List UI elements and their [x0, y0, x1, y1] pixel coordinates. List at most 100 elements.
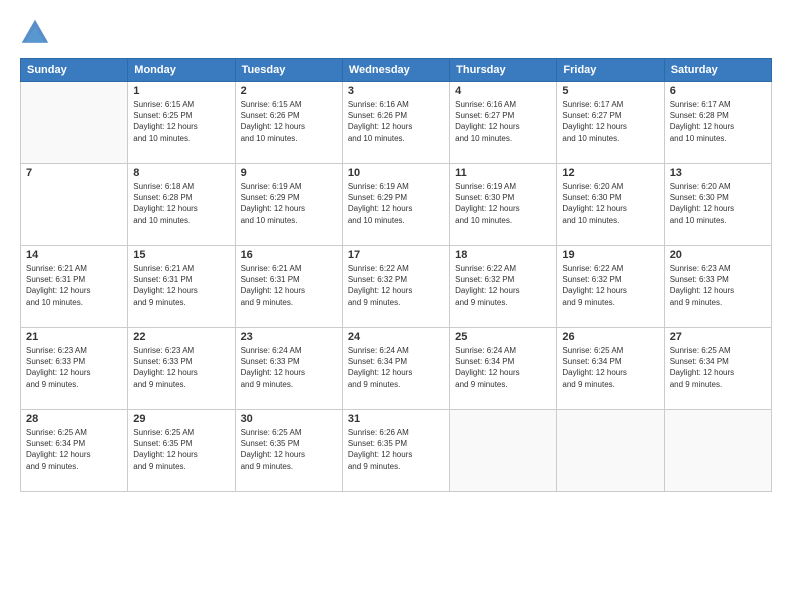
day-info: Sunrise: 6:16 AM Sunset: 6:27 PM Dayligh…: [455, 99, 551, 144]
day-number: 6: [670, 85, 766, 97]
calendar-cell: [557, 410, 664, 492]
day-info: Sunrise: 6:15 AM Sunset: 6:26 PM Dayligh…: [241, 99, 337, 144]
day-info: Sunrise: 6:22 AM Sunset: 6:32 PM Dayligh…: [562, 263, 658, 308]
week-row-2: 78 Sunrise: 6:18 AM Sunset: 6:28 PM Dayli…: [21, 164, 772, 246]
day-info: Sunrise: 6:23 AM Sunset: 6:33 PM Dayligh…: [133, 345, 229, 390]
day-info: Sunrise: 6:20 AM Sunset: 6:30 PM Dayligh…: [562, 181, 658, 226]
calendar-cell: 5 Sunrise: 6:17 AM Sunset: 6:27 PM Daylig…: [557, 82, 664, 164]
day-info: Sunrise: 6:24 AM Sunset: 6:34 PM Dayligh…: [455, 345, 551, 390]
weekday-header-tuesday: Tuesday: [235, 59, 342, 82]
day-number: 12: [562, 167, 658, 179]
calendar-cell: 29 Sunrise: 6:25 AM Sunset: 6:35 PM Dayli…: [128, 410, 235, 492]
day-info: Sunrise: 6:21 AM Sunset: 6:31 PM Dayligh…: [241, 263, 337, 308]
page: SundayMondayTuesdayWednesdayThursdayFrid…: [0, 0, 792, 612]
calendar-cell: 15 Sunrise: 6:21 AM Sunset: 6:31 PM Dayli…: [128, 246, 235, 328]
calendar-cell: 16 Sunrise: 6:21 AM Sunset: 6:31 PM Dayli…: [235, 246, 342, 328]
day-number: 4: [455, 85, 551, 97]
day-info: Sunrise: 6:25 AM Sunset: 6:34 PM Dayligh…: [670, 345, 766, 390]
day-number: 14: [26, 249, 122, 261]
day-number: 29: [133, 413, 229, 425]
week-row-1: 1Sunrise: 6:15 AM Sunset: 6:25 PM Daylig…: [21, 82, 772, 164]
calendar-cell: 2Sunrise: 6:15 AM Sunset: 6:26 PM Daylig…: [235, 82, 342, 164]
day-number: 3: [348, 85, 444, 97]
day-number: 23: [241, 331, 337, 343]
day-info: Sunrise: 6:19 AM Sunset: 6:29 PM Dayligh…: [348, 181, 444, 226]
calendar-cell: 14 Sunrise: 6:21 AM Sunset: 6:31 PM Dayli…: [21, 246, 128, 328]
day-number: 13: [670, 167, 766, 179]
day-number: 20: [670, 249, 766, 261]
logo-icon: [20, 18, 50, 48]
day-info: Sunrise: 6:23 AM Sunset: 6:33 PM Dayligh…: [670, 263, 766, 308]
day-info: Sunrise: 6:17 AM Sunset: 6:27 PM Dayligh…: [562, 99, 658, 144]
day-number: 27: [670, 331, 766, 343]
week-row-3: 14 Sunrise: 6:21 AM Sunset: 6:31 PM Dayli…: [21, 246, 772, 328]
logo: [20, 18, 54, 48]
day-number: 24: [348, 331, 444, 343]
day-number: 9: [241, 167, 337, 179]
day-number: 7: [26, 167, 122, 179]
calendar-cell: [21, 82, 128, 164]
calendar-cell: 23 Sunrise: 6:24 AM Sunset: 6:33 PM Dayli…: [235, 328, 342, 410]
day-info: Sunrise: 6:21 AM Sunset: 6:31 PM Dayligh…: [26, 263, 122, 308]
day-info: Sunrise: 6:19 AM Sunset: 6:30 PM Dayligh…: [455, 181, 551, 226]
day-info: Sunrise: 6:18 AM Sunset: 6:28 PM Dayligh…: [133, 181, 229, 226]
calendar-cell: 30Sunrise: 6:25 AM Sunset: 6:35 PM Dayli…: [235, 410, 342, 492]
day-number: 17: [348, 249, 444, 261]
calendar-cell: 1Sunrise: 6:15 AM Sunset: 6:25 PM Daylig…: [128, 82, 235, 164]
calendar-cell: 3 Sunrise: 6:16 AM Sunset: 6:26 PM Daylig…: [342, 82, 449, 164]
day-info: Sunrise: 6:17 AM Sunset: 6:28 PM Dayligh…: [670, 99, 766, 144]
calendar-cell: 17 Sunrise: 6:22 AM Sunset: 6:32 PM Dayli…: [342, 246, 449, 328]
calendar-cell: 9 Sunrise: 6:19 AM Sunset: 6:29 PM Daylig…: [235, 164, 342, 246]
day-number: 8: [133, 167, 229, 179]
week-row-4: 21Sunrise: 6:23 AM Sunset: 6:33 PM Dayli…: [21, 328, 772, 410]
day-number: 5: [562, 85, 658, 97]
day-info: Sunrise: 6:24 AM Sunset: 6:34 PM Dayligh…: [348, 345, 444, 390]
day-info: Sunrise: 6:22 AM Sunset: 6:32 PM Dayligh…: [455, 263, 551, 308]
calendar-cell: 31Sunrise: 6:26 AM Sunset: 6:35 PM Dayli…: [342, 410, 449, 492]
day-number: 22: [133, 331, 229, 343]
day-info: Sunrise: 6:25 AM Sunset: 6:34 PM Dayligh…: [562, 345, 658, 390]
weekday-header-monday: Monday: [128, 59, 235, 82]
calendar-cell: 19 Sunrise: 6:22 AM Sunset: 6:32 PM Dayli…: [557, 246, 664, 328]
day-info: Sunrise: 6:22 AM Sunset: 6:32 PM Dayligh…: [348, 263, 444, 308]
calendar-cell: 24 Sunrise: 6:24 AM Sunset: 6:34 PM Dayli…: [342, 328, 449, 410]
calendar-cell: [450, 410, 557, 492]
day-info: Sunrise: 6:16 AM Sunset: 6:26 PM Dayligh…: [348, 99, 444, 144]
calendar-cell: 22 Sunrise: 6:23 AM Sunset: 6:33 PM Dayli…: [128, 328, 235, 410]
weekday-header-thursday: Thursday: [450, 59, 557, 82]
weekday-header-sunday: Sunday: [21, 59, 128, 82]
calendar-cell: 7: [21, 164, 128, 246]
day-number: 19: [562, 249, 658, 261]
day-info: Sunrise: 6:26 AM Sunset: 6:35 PM Dayligh…: [348, 427, 444, 472]
calendar-cell: 18 Sunrise: 6:22 AM Sunset: 6:32 PM Dayli…: [450, 246, 557, 328]
weekday-header-saturday: Saturday: [664, 59, 771, 82]
calendar-cell: 12 Sunrise: 6:20 AM Sunset: 6:30 PM Dayli…: [557, 164, 664, 246]
calendar-cell: 10 Sunrise: 6:19 AM Sunset: 6:29 PM Dayli…: [342, 164, 449, 246]
day-info: Sunrise: 6:20 AM Sunset: 6:30 PM Dayligh…: [670, 181, 766, 226]
day-info: Sunrise: 6:23 AM Sunset: 6:33 PM Dayligh…: [26, 345, 122, 390]
calendar-cell: 6 Sunrise: 6:17 AM Sunset: 6:28 PM Daylig…: [664, 82, 771, 164]
day-number: 18: [455, 249, 551, 261]
calendar-cell: 26 Sunrise: 6:25 AM Sunset: 6:34 PM Dayli…: [557, 328, 664, 410]
day-number: 26: [562, 331, 658, 343]
calendar-cell: 4 Sunrise: 6:16 AM Sunset: 6:27 PM Daylig…: [450, 82, 557, 164]
day-number: 16: [241, 249, 337, 261]
day-info: Sunrise: 6:21 AM Sunset: 6:31 PM Dayligh…: [133, 263, 229, 308]
weekday-header-friday: Friday: [557, 59, 664, 82]
day-info: Sunrise: 6:19 AM Sunset: 6:29 PM Dayligh…: [241, 181, 337, 226]
weekday-header-wednesday: Wednesday: [342, 59, 449, 82]
day-number: 25: [455, 331, 551, 343]
calendar-cell: 21Sunrise: 6:23 AM Sunset: 6:33 PM Dayli…: [21, 328, 128, 410]
day-number: 10: [348, 167, 444, 179]
day-info: Sunrise: 6:15 AM Sunset: 6:25 PM Dayligh…: [133, 99, 229, 144]
day-info: Sunrise: 6:24 AM Sunset: 6:33 PM Dayligh…: [241, 345, 337, 390]
day-number: 11: [455, 167, 551, 179]
calendar-cell: 11 Sunrise: 6:19 AM Sunset: 6:30 PM Dayli…: [450, 164, 557, 246]
day-info: Sunrise: 6:25 AM Sunset: 6:35 PM Dayligh…: [133, 427, 229, 472]
day-number: 30: [241, 413, 337, 425]
calendar-cell: 25 Sunrise: 6:24 AM Sunset: 6:34 PM Dayli…: [450, 328, 557, 410]
calendar-cell: 28Sunrise: 6:25 AM Sunset: 6:34 PM Dayli…: [21, 410, 128, 492]
day-number: 15: [133, 249, 229, 261]
calendar-cell: 8 Sunrise: 6:18 AM Sunset: 6:28 PM Daylig…: [128, 164, 235, 246]
calendar-cell: [664, 410, 771, 492]
